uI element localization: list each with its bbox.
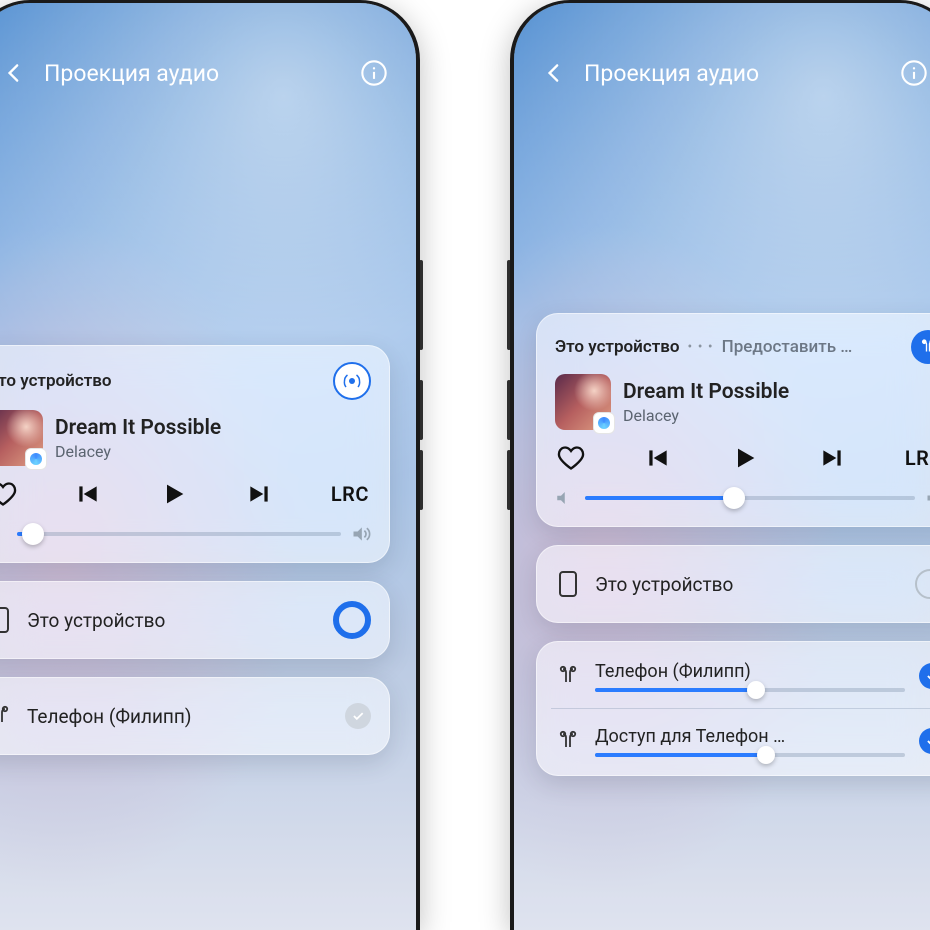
radio-unselected[interactable] <box>915 569 930 599</box>
track-title: Dream It Possible <box>623 380 789 404</box>
play-button[interactable] <box>731 444 759 472</box>
tab-this-device[interactable]: Это устройство <box>555 337 680 357</box>
check-unselected[interactable] <box>345 703 371 729</box>
phone-icon <box>0 606 13 634</box>
speaker-low-icon <box>0 525 7 543</box>
info-icon[interactable] <box>900 59 928 87</box>
device-volume-slider[interactable] <box>595 753 905 757</box>
device-label: Телефон (Филипп) <box>595 661 905 682</box>
lyrics-button[interactable]: LRC <box>331 482 369 506</box>
speaker-high-icon <box>925 488 930 508</box>
device-label: Это устройство <box>595 573 901 596</box>
track-artist: Delacey <box>623 406 789 425</box>
divider <box>551 708 930 709</box>
play-button[interactable] <box>160 480 188 508</box>
previous-button[interactable] <box>75 481 101 507</box>
lyrics-button[interactable]: LRC <box>905 446 930 470</box>
earbuds-share-icon[interactable] <box>911 330 930 364</box>
device-label: Доступ для Телефон … <box>595 726 905 747</box>
phone-right: Проекция аудио Это устройство • • • Пред… <box>510 0 930 930</box>
check-selected[interactable] <box>919 663 930 689</box>
device-volume-slider[interactable] <box>595 688 905 692</box>
music-app-icon <box>593 412 615 434</box>
page-title: Проекция аудио <box>44 60 360 87</box>
track-title: Dream It Possible <box>55 416 221 440</box>
earbuds-icon <box>555 664 581 688</box>
next-button[interactable] <box>246 481 272 507</box>
speaker-high-icon <box>351 524 371 544</box>
like-button[interactable] <box>557 444 585 472</box>
device-row-b[interactable]: Доступ для Телефон … <box>555 719 930 763</box>
tab-separator: • • • <box>688 339 714 355</box>
device-group-shared: Телефон (Филипп) Доступ для Телефон … <box>536 641 930 776</box>
info-icon[interactable] <box>360 59 388 87</box>
tab-this-device[interactable]: Это устройство <box>0 371 112 391</box>
earbuds-icon <box>555 729 581 753</box>
phone-icon <box>555 570 581 598</box>
now-playing-card: Это устройство Dream It Possible Delacey <box>0 345 390 563</box>
device-row-this[interactable]: Это устройство <box>0 581 390 659</box>
device-row-earbuds[interactable]: Телефон (Филипп) <box>0 677 390 755</box>
album-art[interactable] <box>0 410 43 466</box>
like-button[interactable] <box>0 480 17 508</box>
previous-button[interactable] <box>645 445 671 471</box>
next-button[interactable] <box>819 445 845 471</box>
music-app-icon <box>25 448 47 470</box>
radio-selected[interactable] <box>333 601 371 639</box>
audio-cast-icon[interactable] <box>333 362 371 400</box>
device-row-this[interactable]: Это устройство <box>536 545 930 623</box>
device-label: Телефон (Филипп) <box>27 705 331 728</box>
now-playing-card: Это устройство • • • Предоставить … Drea… <box>536 313 930 527</box>
page-title: Проекция аудио <box>584 60 900 87</box>
tab-share[interactable]: Предоставить … <box>722 337 853 357</box>
volume-slider[interactable] <box>555 486 930 510</box>
phone-left: Проекция аудио Это устройство <box>0 0 420 930</box>
track-artist: Delacey <box>55 442 221 461</box>
check-selected[interactable] <box>919 728 930 754</box>
app-header: Проекция аудио <box>514 51 930 95</box>
earbuds-icon <box>0 704 13 728</box>
app-header: Проекция аудио <box>0 51 416 95</box>
back-icon[interactable] <box>2 60 28 86</box>
device-row-a[interactable]: Телефон (Филипп) <box>555 654 930 698</box>
album-art[interactable] <box>555 374 611 430</box>
speaker-low-icon <box>555 489 575 507</box>
device-label: Это устройство <box>27 609 319 632</box>
back-icon[interactable] <box>542 60 568 86</box>
volume-slider[interactable] <box>0 522 371 546</box>
